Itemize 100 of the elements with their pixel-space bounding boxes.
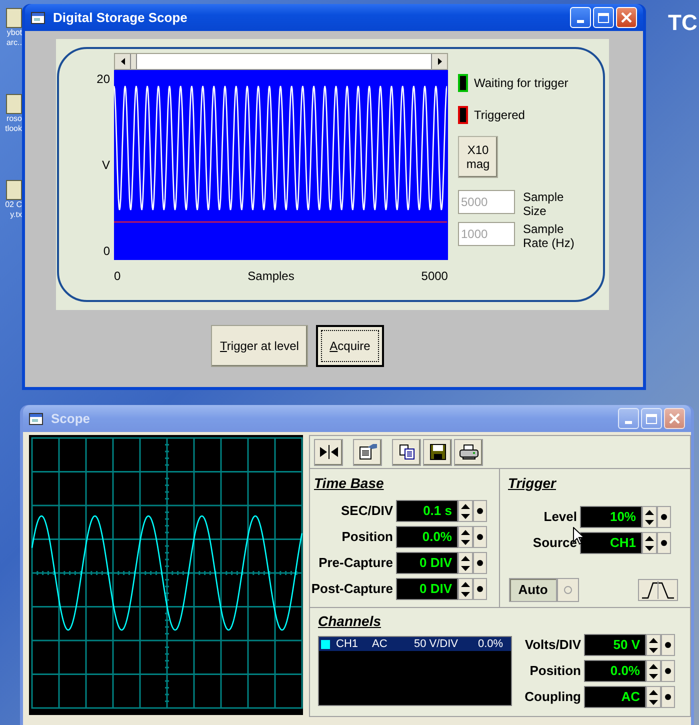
axis-label: 20: [96, 71, 110, 88]
up-arrow-icon: [645, 536, 654, 540]
minimize-button[interactable]: [618, 408, 639, 429]
maximize-button[interactable]: [641, 408, 662, 429]
dot-button[interactable]: [473, 526, 487, 548]
axis-label: 5000: [421, 268, 448, 285]
up-arrow-icon: [461, 530, 470, 534]
dot-button[interactable]: [661, 634, 675, 656]
toolbar-button[interactable]: [314, 438, 343, 466]
spin-button[interactable]: [646, 660, 661, 682]
down-arrow-icon: [461, 592, 470, 596]
field-label: Position: [340, 528, 394, 546]
indicator-label: Waiting for trigger: [474, 75, 568, 92]
auto-button[interactable]: Auto: [509, 578, 557, 602]
window-icon: [29, 412, 43, 424]
radio-button[interactable]: [557, 578, 579, 602]
down-arrow-icon: [649, 674, 658, 678]
value-display[interactable]: 0.1 s: [396, 500, 458, 522]
spin-button[interactable]: [646, 686, 661, 708]
field-label: Sample Size: [523, 190, 564, 218]
dot-button[interactable]: [661, 660, 675, 682]
scroll-thumb[interactable]: [131, 54, 137, 69]
horizontal-scrollbar[interactable]: [114, 53, 448, 70]
copy-icon: [398, 444, 414, 460]
channel-list-item[interactable]: CH1 AC 50 V/DIV 0.0%: [319, 637, 511, 651]
desktop-icon[interactable]: [6, 8, 22, 28]
desktop-icon-label[interactable]: ybot arc..: [6, 28, 22, 48]
dot-button[interactable]: [657, 532, 671, 554]
value-display[interactable]: 0 DIV: [396, 552, 458, 574]
field-label: SEC/DIV: [340, 502, 394, 520]
down-arrow-icon: [645, 546, 654, 550]
section-title: Trigger: [507, 474, 558, 493]
spin-button[interactable]: [458, 578, 473, 600]
magnify-button[interactable]: X10 mag: [458, 136, 498, 178]
up-arrow-icon: [461, 504, 470, 508]
up-arrow-icon: [649, 690, 658, 694]
value-display[interactable]: 0.0%: [584, 660, 646, 682]
down-arrow-icon: [461, 540, 470, 544]
spin-button[interactable]: [458, 552, 473, 574]
window-title: Scope: [51, 410, 92, 428]
scroll-left-button[interactable]: [115, 54, 131, 69]
section-title: Time Base: [313, 474, 385, 493]
toolbar-button[interactable]: [392, 438, 421, 466]
dot-button[interactable]: [473, 500, 487, 522]
close-icon: [669, 413, 680, 424]
axis-label: 0: [103, 243, 110, 260]
toolbar-button[interactable]: [423, 438, 452, 466]
maximize-icon: [598, 12, 609, 22]
value-display[interactable]: 10%: [580, 506, 642, 528]
minimize-icon: [577, 20, 584, 23]
split-arrows-icon: [320, 445, 338, 459]
minimize-icon: [625, 421, 632, 424]
desktop-text: TC: [668, 9, 698, 37]
right-arrow-icon: [438, 58, 442, 65]
spin-button[interactable]: [458, 526, 473, 548]
close-button[interactable]: [664, 408, 685, 429]
up-arrow-icon: [649, 664, 658, 668]
value-display[interactable]: 0.0%: [396, 526, 458, 548]
action-button[interactable]: Trigger at level: [211, 325, 308, 367]
spin-button[interactable]: [646, 634, 661, 656]
window-icon: [31, 12, 45, 24]
up-arrow-icon: [645, 510, 654, 514]
value-display[interactable]: 0 DIV: [396, 578, 458, 600]
down-arrow-icon: [461, 566, 470, 570]
up-arrow-icon: [461, 582, 470, 586]
dot-button[interactable]: [473, 578, 487, 600]
dot-button[interactable]: [661, 686, 675, 708]
desktop-icon[interactable]: [6, 180, 22, 200]
window-title: Digital Storage Scope: [53, 8, 188, 27]
down-arrow-icon: [645, 520, 654, 524]
down-arrow-icon: [649, 700, 658, 704]
action-button[interactable]: Acquire: [316, 325, 384, 367]
desktop-icon[interactable]: [6, 94, 22, 114]
value-display[interactable]: AC: [584, 686, 646, 708]
spin-button[interactable]: [458, 500, 473, 522]
field-label: Coupling: [524, 688, 582, 706]
properties-icon: [358, 444, 376, 460]
toolbar-button[interactable]: [353, 438, 382, 466]
desktop-icon-label[interactable]: roso tlook: [5, 114, 22, 134]
spin-button[interactable]: [642, 532, 657, 554]
field-label: Level: [542, 508, 578, 526]
scroll-right-button[interactable]: [431, 54, 447, 69]
field-label: Position: [528, 662, 582, 680]
close-icon: [621, 12, 632, 23]
value-display[interactable]: 50 V: [584, 634, 646, 656]
dot-button[interactable]: [473, 552, 487, 574]
field-label: Post-Capture: [310, 580, 394, 598]
indicator-label: Triggered: [474, 107, 525, 124]
field-label: Volts/DIV: [524, 636, 582, 654]
field-label: Sample Rate (Hz): [523, 222, 574, 250]
edge-slope-icon: [641, 581, 675, 599]
spin-button[interactable]: [642, 506, 657, 528]
down-arrow-icon: [461, 514, 470, 518]
save-icon: [430, 444, 446, 460]
toolbar-button[interactable]: [454, 438, 483, 466]
dot-button[interactable]: [657, 506, 671, 528]
slope-button[interactable]: [638, 579, 678, 601]
desktop-icon-label[interactable]: 02 C y.tx: [5, 200, 22, 220]
field-label: Pre-Capture: [318, 554, 394, 572]
value-display[interactable]: CH1: [580, 532, 642, 554]
